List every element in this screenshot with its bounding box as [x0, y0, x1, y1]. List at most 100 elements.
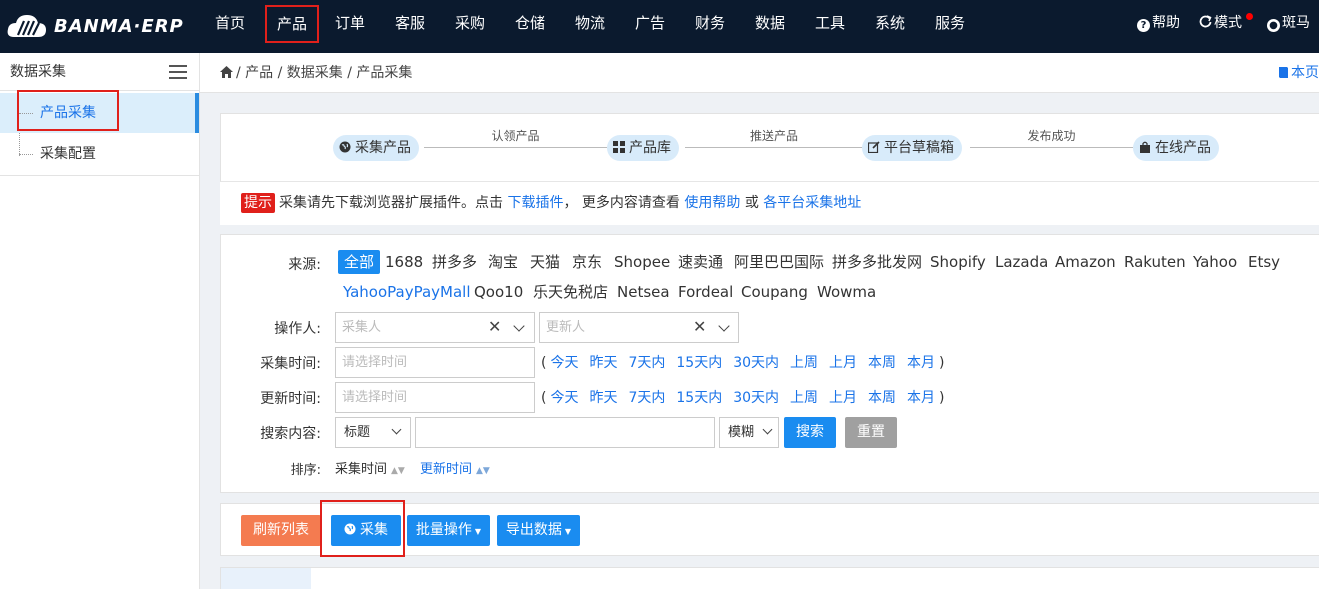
update-last-week[interactable]: 上周 — [790, 390, 818, 406]
breadcrumb: / 产品 / 数据采集 / 产品采集 — [220, 53, 412, 93]
search-label: 搜索内容: — [260, 426, 321, 442]
collect-yesterday[interactable]: 昨天 — [589, 355, 617, 371]
collect-last-week[interactable]: 上周 — [790, 355, 818, 371]
source-pinduoduo[interactable]: 拼多多 — [432, 250, 477, 274]
step-library[interactable]: 产品库 — [607, 135, 679, 161]
filter-panel: 来源: 全部 1688 拼多多 淘宝 天猫 京东 Shopee 速卖通 阿里巴巴… — [220, 234, 1319, 493]
source-rakuten[interactable]: Rakuten — [1124, 250, 1186, 274]
download-plugin-link[interactable]: 下载插件 — [507, 195, 563, 211]
source-lazada[interactable]: Lazada — [995, 250, 1048, 274]
nav-purchase[interactable]: 采购 — [440, 0, 500, 53]
nav-ads[interactable]: 广告 — [620, 0, 680, 53]
update-this-week[interactable]: 本周 — [868, 390, 896, 406]
flow-label-claim: 认领产品 — [491, 129, 540, 143]
nav-tools[interactable]: 工具 — [800, 0, 860, 53]
match-mode-select[interactable]: 模糊 — [719, 417, 779, 448]
collect-time-input[interactable]: 请选择时间 — [335, 347, 535, 378]
step-drafts[interactable]: 平台草稿箱 — [862, 135, 962, 161]
nav-finance[interactable]: 财务 — [680, 0, 740, 53]
update-yesterday[interactable]: 昨天 — [589, 390, 617, 406]
home-icon[interactable] — [220, 66, 233, 78]
nav-warehouse[interactable]: 仓储 — [500, 0, 560, 53]
platform-addresses-link[interactable]: 各平台采集地址 — [763, 195, 861, 211]
source-alibaba[interactable]: 阿里巴巴国际 — [734, 250, 824, 274]
update-this-month[interactable]: 本月 — [907, 390, 935, 406]
caret-down-icon: ▼ — [564, 527, 572, 536]
source-netsea[interactable]: Netsea — [617, 280, 670, 304]
source-fordeal[interactable]: Fordeal — [678, 280, 733, 304]
tip-text-3: 或 — [744, 195, 759, 211]
source-wowma[interactable]: Wowma — [817, 280, 876, 304]
source-aliexpress[interactable]: 速卖通 — [678, 250, 723, 274]
step-online-label: 在线产品 — [1155, 140, 1211, 156]
edit-icon — [868, 141, 880, 153]
bulk-actions-dropdown[interactable]: 批量操作 ▼ — [407, 515, 490, 546]
help-link[interactable]: ? 帮助 — [1137, 0, 1180, 53]
usage-help-link[interactable]: 使用帮助 — [684, 195, 740, 211]
source-all[interactable]: 全部 — [338, 250, 381, 274]
search-input[interactable] — [415, 417, 715, 448]
nav-orders[interactable]: 订单 — [320, 0, 380, 53]
breadcrumb-text: / 产品 / 数据采集 / 产品采集 — [236, 65, 413, 81]
collect-30days[interactable]: 30天内 — [733, 355, 779, 371]
update-last-month[interactable]: 上月 — [829, 390, 857, 406]
update-today[interactable]: 今天 — [550, 390, 578, 406]
source-shopify[interactable]: Shopify — [930, 250, 986, 274]
collect-7days[interactable]: 7天内 — [628, 355, 665, 371]
nav-product[interactable]: 产品 — [265, 5, 319, 43]
mode-toggle[interactable]: 模式 — [1199, 0, 1242, 53]
source-yahoopaypaymall[interactable]: YahooPayPayMall — [343, 280, 471, 304]
source-etsy[interactable]: Etsy — [1248, 250, 1280, 274]
nav-home[interactable]: 首页 — [200, 0, 260, 53]
sort-by-update-time[interactable]: 更新时间 ▲▼ — [420, 458, 490, 477]
source-1688[interactable]: 1688 — [385, 250, 423, 274]
source-rakuten-dutyfree[interactable]: 乐天免税店 — [533, 280, 608, 304]
source-coupang[interactable]: Coupang — [741, 280, 808, 304]
menu-toggle-icon[interactable] — [169, 65, 187, 79]
nav-system[interactable]: 系统 — [860, 0, 920, 53]
user-menu[interactable]: ●斑马小 — [1267, 0, 1319, 77]
source-pdd-wholesale[interactable]: 拼多多批发网 — [832, 250, 922, 274]
collect-this-week[interactable]: 本周 — [868, 355, 896, 371]
reset-button[interactable]: 重置 — [845, 417, 897, 448]
breadcrumb-bar: / 产品 / 数据采集 / 产品采集 本页 — [200, 53, 1319, 93]
flow-line — [685, 147, 863, 148]
nav-services[interactable]: 服务 — [920, 0, 980, 53]
source-amazon[interactable]: Amazon — [1055, 250, 1116, 274]
collect-today[interactable]: 今天 — [550, 355, 578, 371]
collector-select[interactable]: 采集人 — [335, 312, 535, 343]
nav-data[interactable]: 数据 — [740, 0, 800, 53]
sort-by-collect-time[interactable]: 采集时间 ▲▼ — [335, 458, 405, 477]
update-30days[interactable]: 30天内 — [733, 390, 779, 406]
tab-all[interactable] — [221, 568, 311, 589]
update-7days[interactable]: 7天内 — [628, 390, 665, 406]
source-tmall[interactable]: 天猫 — [530, 250, 560, 274]
step-online[interactable]: 在线产品 — [1133, 135, 1219, 161]
search-field-select[interactable]: 标题 — [335, 417, 411, 448]
highlight-box-sidebar — [17, 90, 119, 131]
step-collect-label: 采集产品 — [355, 140, 411, 156]
source-shopee[interactable]: Shopee — [614, 250, 670, 274]
export-data-dropdown[interactable]: 导出数据 ▼ — [497, 515, 580, 546]
collect-15days[interactable]: 15天内 — [676, 355, 722, 371]
source-qoo10[interactable]: Qoo10 — [474, 280, 523, 304]
nav-logistics[interactable]: 物流 — [560, 0, 620, 53]
source-jd[interactable]: 京东 — [572, 250, 602, 274]
collect-this-month[interactable]: 本月 — [907, 355, 935, 371]
clear-icon[interactable]: ✕ — [488, 317, 501, 336]
step-collect[interactable]: 采集产品 — [333, 135, 419, 161]
source-taobao[interactable]: 淘宝 — [488, 250, 518, 274]
logo[interactable]: BANMA·ERP — [6, 8, 184, 44]
update-15days[interactable]: 15天内 — [676, 390, 722, 406]
update-time-input[interactable]: 请选择时间 — [335, 382, 535, 413]
sort-collect-label: 采集时间 — [335, 462, 388, 477]
collect-last-month[interactable]: 上月 — [829, 355, 857, 371]
refresh-list-button[interactable]: 刷新列表 — [241, 515, 321, 546]
search-button[interactable]: 搜索 — [784, 417, 836, 448]
this-page-link[interactable]: 本页 — [1278, 53, 1319, 93]
collect-time-label: 采集时间: — [260, 356, 321, 372]
source-yahoo[interactable]: Yahoo — [1193, 250, 1237, 274]
updater-select[interactable]: 更新人 — [539, 312, 739, 343]
nav-service[interactable]: 客服 — [380, 0, 440, 53]
clear-icon[interactable]: ✕ — [693, 317, 706, 336]
